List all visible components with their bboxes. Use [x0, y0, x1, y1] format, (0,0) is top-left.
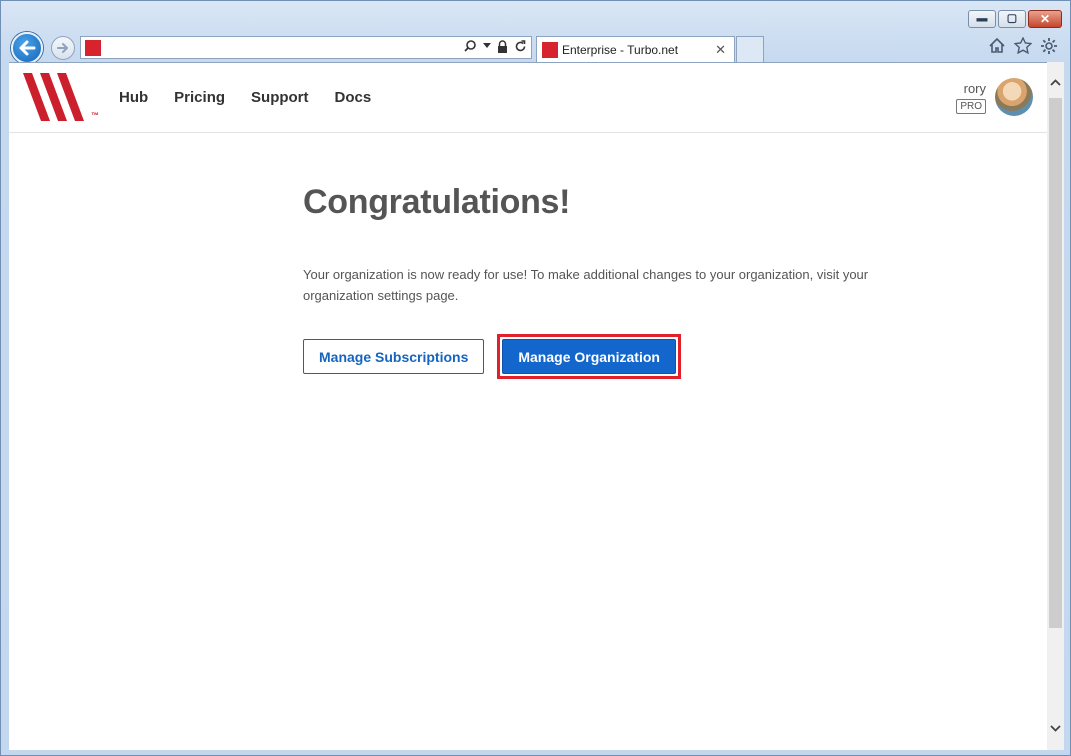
- lock-icon[interactable]: [497, 39, 508, 53]
- forward-button[interactable]: [51, 36, 75, 60]
- nav-support[interactable]: Support: [251, 89, 309, 106]
- minimize-icon: ▬: [976, 12, 988, 25]
- vertical-scrollbar[interactable]: [1047, 62, 1064, 750]
- pro-badge: PRO: [956, 99, 986, 114]
- browser-window: ▬ ▢ ✕ Enterprise - Turbo.net ✕ ™ Hub Pri…: [0, 0, 1071, 756]
- back-arrow-icon: [19, 40, 36, 56]
- forward-arrow-icon: [57, 43, 68, 53]
- favorites-star-icon[interactable]: [1014, 37, 1032, 54]
- address-tools: [463, 39, 527, 53]
- page-title: Congratulations!: [303, 183, 571, 221]
- highlight-box: Manage Organization: [497, 334, 681, 379]
- trademark: ™: [91, 111, 99, 120]
- site-header: ™ Hub Pricing Support Docs rory PRO: [9, 63, 1047, 133]
- home-icon[interactable]: [988, 37, 1006, 54]
- dropdown-arrow-icon[interactable]: [483, 43, 491, 49]
- new-tab-button[interactable]: [736, 36, 764, 62]
- site-favicon-icon: [85, 40, 101, 56]
- main-nav: Hub Pricing Support Docs: [119, 89, 371, 106]
- tab-favicon-icon: [542, 42, 558, 58]
- manage-organization-button[interactable]: Manage Organization: [502, 339, 676, 374]
- manage-subscriptions-button[interactable]: Manage Subscriptions: [303, 339, 485, 374]
- address-bar[interactable]: [80, 36, 532, 59]
- minimize-button[interactable]: ▬: [968, 10, 996, 28]
- close-icon: ✕: [1039, 12, 1051, 26]
- search-icon[interactable]: [463, 39, 477, 53]
- username: rory: [963, 81, 986, 96]
- maximize-button[interactable]: ▢: [998, 10, 1026, 28]
- tab-close-icon[interactable]: ✕: [715, 42, 726, 58]
- action-buttons: Manage Subscriptions Manage Organization: [303, 334, 903, 379]
- page-viewport: ™ Hub Pricing Support Docs rory PRO Cong…: [9, 62, 1047, 750]
- browser-tab[interactable]: Enterprise - Turbo.net ✕: [536, 36, 735, 62]
- nav-hub[interactable]: Hub: [119, 89, 148, 106]
- settings-gear-icon[interactable]: [1040, 37, 1058, 55]
- scroll-up-icon[interactable]: [1047, 72, 1064, 94]
- back-button[interactable]: [11, 32, 43, 64]
- confirmation-message: Your organization is now ready for use! …: [303, 267, 869, 303]
- close-button[interactable]: ✕: [1028, 10, 1062, 28]
- avatar[interactable]: [995, 78, 1033, 116]
- nav-docs[interactable]: Docs: [335, 89, 372, 106]
- main-content: Congratulations! Your organization is no…: [303, 183, 903, 379]
- window-controls: ▬ ▢ ✕: [968, 10, 1062, 28]
- scroll-down-icon[interactable]: [1047, 718, 1064, 740]
- browser-toolbar-icons: [988, 37, 1058, 55]
- tab-title: Enterprise - Turbo.net: [562, 43, 679, 57]
- refresh-icon[interactable]: [514, 39, 527, 53]
- nav-pricing[interactable]: Pricing: [174, 89, 225, 106]
- user-menu[interactable]: rory PRO: [956, 77, 1047, 121]
- maximize-icon: ▢: [1006, 12, 1018, 25]
- scroll-thumb[interactable]: [1049, 98, 1062, 628]
- turbo-logo[interactable]: ™: [23, 73, 103, 123]
